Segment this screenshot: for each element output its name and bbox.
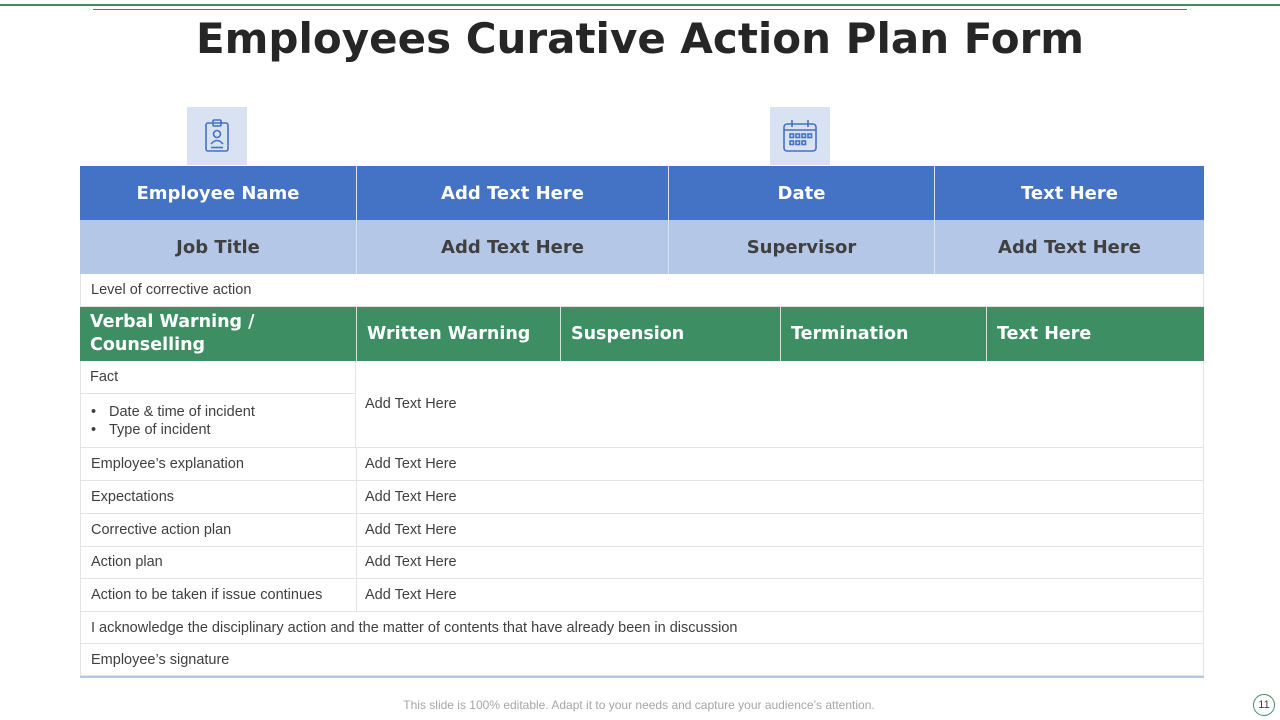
fact-label: Fact (90, 369, 119, 385)
level-custom[interactable]: Text Here (986, 307, 1204, 361)
footer-note: This slide is 100% editable. Adapt it to… (403, 698, 875, 712)
row-label: Expectations (81, 481, 357, 513)
subheader-cell-job-title-value[interactable]: Add Text Here (356, 220, 668, 274)
fact-bullets: • Date & time of incident • Type of incide… (91, 403, 255, 439)
level-verbal-warning[interactable]: Verbal Warning / Counselling (80, 307, 356, 361)
top-rule-green (0, 4, 1280, 6)
table-row: Action to be taken if issue continues Ad… (80, 579, 1204, 612)
list-item: • Type of incident (91, 422, 211, 438)
subheader-cell-job-title[interactable]: Job Title (80, 220, 356, 274)
fact-block: Fact • Date & time of incident • Type of i… (80, 361, 1204, 448)
row-value[interactable]: Add Text Here (357, 546, 457, 578)
row-label: Action to be taken if issue continues (81, 579, 357, 611)
row-value[interactable]: Add Text Here (357, 481, 457, 513)
row-value[interactable]: Add Text Here (357, 579, 457, 611)
table-bottom-rule (80, 676, 1204, 678)
subheader-cell-supervisor-value[interactable]: Add Text Here (934, 220, 1204, 274)
level-written-warning[interactable]: Written Warning (356, 307, 560, 361)
level-termination[interactable]: Termination (780, 307, 986, 361)
fact-label-cell: Fact • Date & time of incident • Type of i… (81, 361, 356, 447)
top-rule-blue (93, 9, 1187, 10)
row-value[interactable]: Add Text Here (357, 514, 457, 546)
acknowledgement-text: I acknowledge the disciplinary action an… (80, 612, 1204, 644)
id-badge-icon (187, 107, 247, 165)
row-label: Corrective action plan (81, 514, 357, 546)
levels-row: Verbal Warning / Counselling Written War… (80, 307, 1204, 361)
calendar-icon (770, 107, 830, 165)
fact-value[interactable]: Add Text Here (365, 396, 457, 412)
table-row: Expectations Add Text Here (80, 481, 1204, 514)
page-title: Employees Curative Action Plan Form (195, 14, 1085, 63)
level-label: Level of corrective action (80, 274, 1204, 307)
subheader-cell-supervisor[interactable]: Supervisor (668, 220, 934, 274)
table-row: Employee’s explanation Add Text Here (80, 448, 1204, 481)
header-cell-date[interactable]: Date (668, 166, 934, 220)
fact-divider (81, 393, 356, 394)
list-item: • Date & time of incident (91, 404, 255, 420)
table-row: Action plan Add Text Here (80, 546, 1204, 579)
header-cell-employee-name[interactable]: Employee Name (80, 166, 356, 220)
row-label: Action plan (81, 546, 357, 578)
header-cell-date-value[interactable]: Text Here (934, 166, 1204, 220)
level-suspension[interactable]: Suspension (560, 307, 780, 361)
subheader-row: Job Title Add Text Here Supervisor Add T… (80, 220, 1204, 274)
table-row: Corrective action plan Add Text Here (80, 514, 1204, 547)
row-label: Employee’s explanation (81, 448, 357, 480)
header-cell-employee-name-value[interactable]: Add Text Here (356, 166, 668, 220)
row-value[interactable]: Add Text Here (357, 448, 457, 480)
page-number: 11 (1253, 694, 1275, 716)
header-row: Employee Name Add Text Here Date Text He… (80, 166, 1204, 220)
signature-field[interactable]: Employee’s signature (80, 644, 1204, 676)
